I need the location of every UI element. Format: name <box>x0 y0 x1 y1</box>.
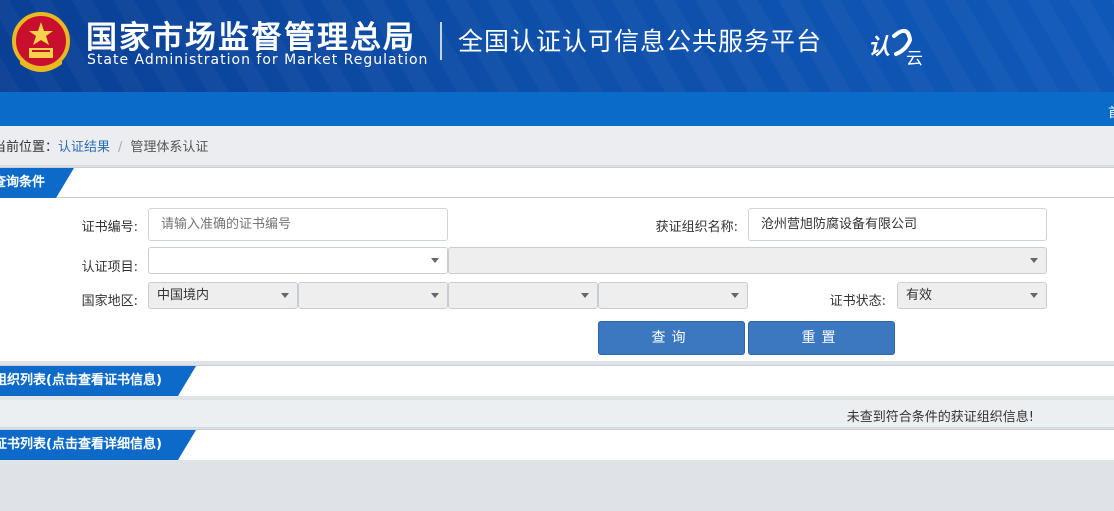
cert-list-panel: 证书列表(点击查看详细信息) <box>0 429 1114 460</box>
org-list-panel-tab: 组织列表(点击查看证书信息) <box>0 366 196 396</box>
region-select-province[interactable] <box>298 282 448 309</box>
breadcrumb-current: 管理体系认证 <box>130 140 209 155</box>
chevron-down-icon <box>281 293 289 298</box>
chevron-down-icon <box>731 293 739 298</box>
chevron-down-icon <box>1030 293 1038 298</box>
chevron-down-icon <box>431 258 439 263</box>
cert-no-input[interactable] <box>148 208 448 241</box>
reset-button[interactable]: 重置 <box>748 321 895 355</box>
cert-item-label: 认证项目: <box>81 260 138 275</box>
cert-item-select[interactable] <box>148 247 448 274</box>
org-list-panel: 组织列表(点击查看证书信息) <box>0 365 1114 396</box>
org-list-empty-message: 未查到符合条件的获证组织信息! <box>846 410 1034 425</box>
agency-title-cn: 国家市场监督管理总局 <box>86 20 416 56</box>
breadcrumb-separator: / <box>118 140 123 155</box>
agency-title-en: State Administration for Market Regulati… <box>87 52 429 68</box>
org-name-label: 获证组织名称: <box>655 220 738 235</box>
cert-list-panel-tab: 证书列表(点击查看详细信息) <box>0 430 196 460</box>
org-name-input[interactable]: 沧州营旭防腐设备有限公司 <box>748 208 1047 241</box>
header-banner: 国家市场监督管理总局 State Administration for Mark… <box>0 0 1114 92</box>
svg-text:认: 认 <box>868 35 890 60</box>
status-select-value: 有效 <box>906 288 933 303</box>
breadcrumb: 当前位置：认证结果 / 管理体系认证 <box>0 126 1114 166</box>
region-select-country-value: 中国境内 <box>157 288 210 303</box>
status-select[interactable]: 有效 <box>897 282 1047 309</box>
region-select-city[interactable] <box>448 282 598 309</box>
cert-item-sub-select[interactable] <box>448 247 1047 274</box>
platform-name: 全国认证认可信息公共服务平台 <box>458 27 823 56</box>
chevron-down-icon <box>581 293 589 298</box>
title-divider <box>440 22 442 60</box>
navbar-edge-text: 首 <box>1108 102 1114 121</box>
top-navbar: 首 <box>0 92 1114 126</box>
org-list-empty-notice: 未查到符合条件的获证组织信息! <box>0 400 1114 428</box>
breadcrumb-link-cert-results[interactable]: 认证结果 <box>58 140 110 155</box>
org-list-panel-header: 组织列表(点击查看证书信息) <box>0 366 1114 396</box>
chevron-down-icon <box>1030 258 1038 263</box>
query-panel: 查询条件 证书编号: 获证组织名称: 沧州营旭防腐设备有限公司 认证项目: 国家… <box>0 167 1114 361</box>
cert-list-panel-header: 证书列表(点击查看详细信息) <box>0 430 1114 460</box>
cert-no-label: 证书编号: <box>81 220 138 235</box>
svg-text:云: 云 <box>906 49 923 68</box>
chevron-down-icon <box>431 293 439 298</box>
breadcrumb-lead: 当前位置： <box>0 140 59 155</box>
cert-list-panel-tab-label: 证书列表(点击查看详细信息) <box>0 437 162 452</box>
region-label: 国家地区: <box>81 294 138 309</box>
query-panel-tab-label: 查询条件 <box>6 175 46 190</box>
search-button[interactable]: 查询 <box>598 321 745 355</box>
query-panel-header: 查询条件 <box>0 168 1114 198</box>
renyun-logo-icon: 认 云 <box>868 28 923 68</box>
region-select-country[interactable]: 中国境内 <box>148 282 298 309</box>
org-list-panel-tab-label: 组织列表(点击查看证书信息) <box>0 373 162 388</box>
status-label: 证书状态: <box>829 294 886 309</box>
national-emblem-icon <box>12 12 70 72</box>
region-select-district[interactable] <box>598 282 748 309</box>
query-panel-tab: 查询条件 <box>0 168 74 198</box>
